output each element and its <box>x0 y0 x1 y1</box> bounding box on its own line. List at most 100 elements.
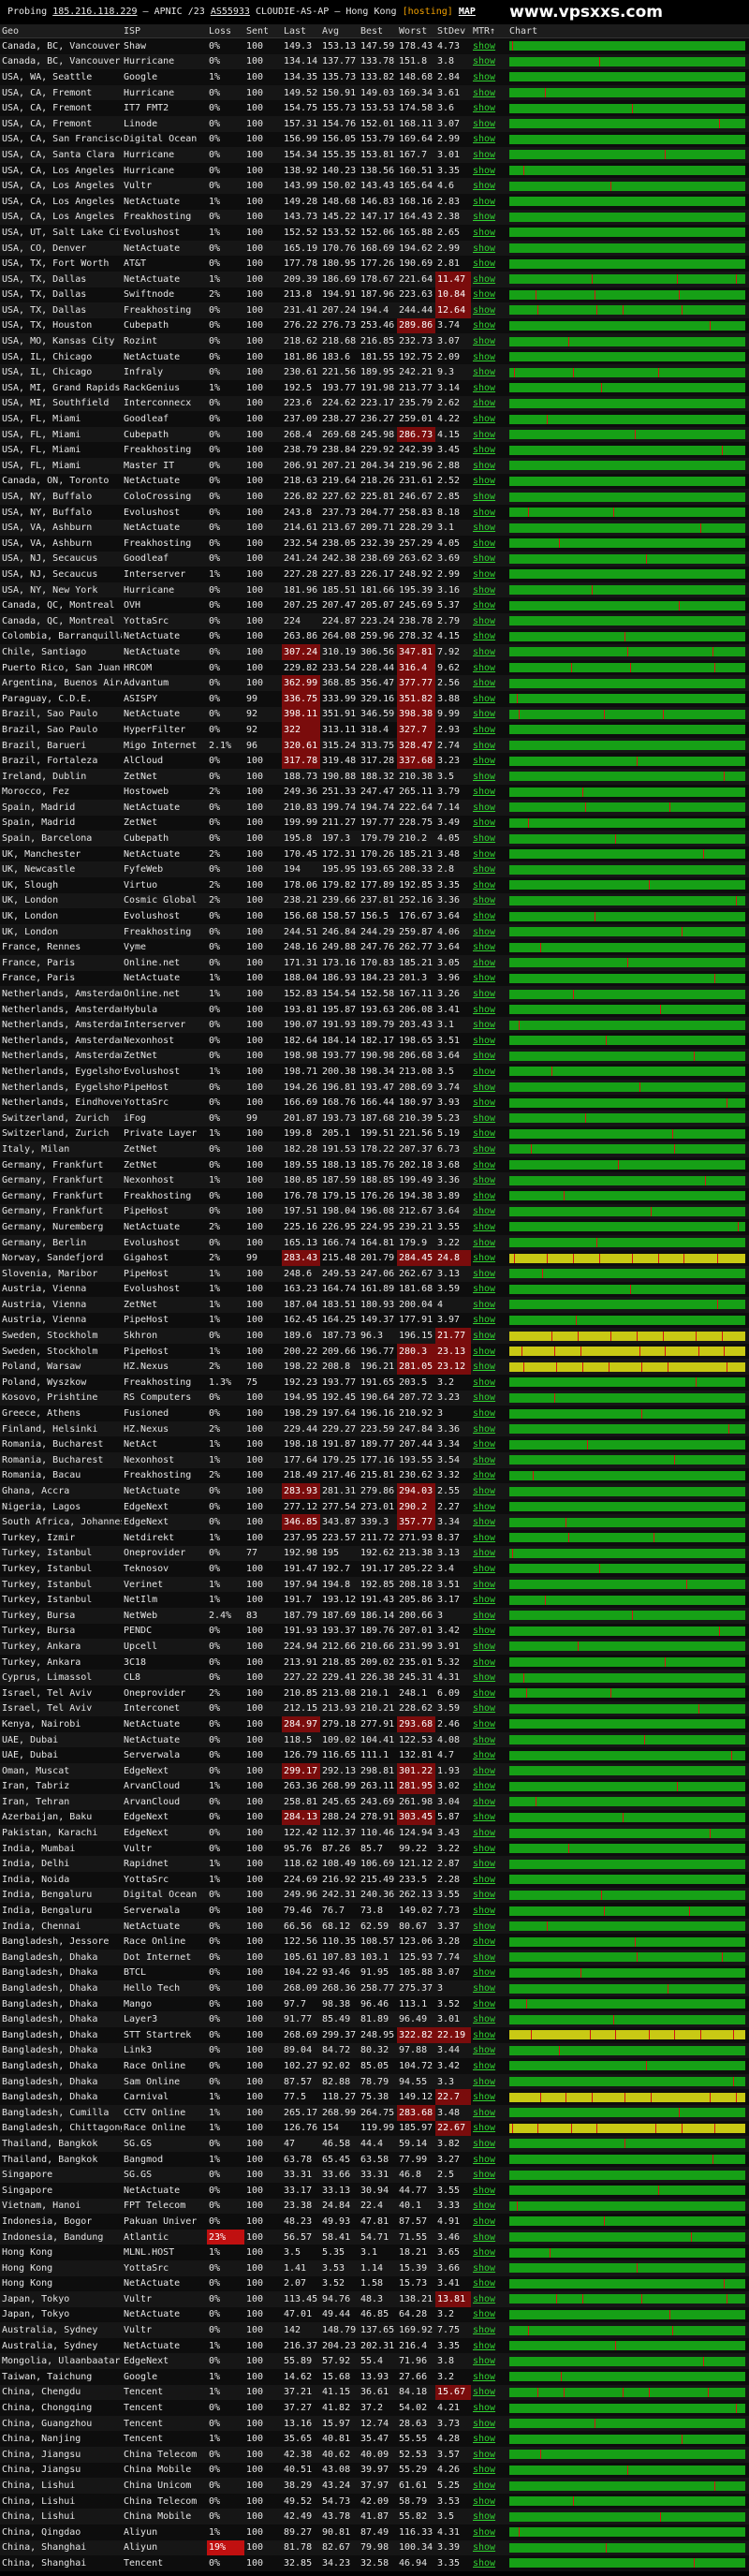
asn-link[interactable]: AS55933 <box>211 7 250 17</box>
mtr-show-link[interactable]: show <box>471 411 507 427</box>
mtr-show-link[interactable]: show <box>471 1825 507 1841</box>
mtr-show-link[interactable]: show <box>471 1156 507 1173</box>
mtr-show-link[interactable]: show <box>471 1514 507 1530</box>
mtr-show-link[interactable]: show <box>471 846 507 862</box>
mtr-show-link[interactable]: show <box>471 256 507 272</box>
mtr-show-link[interactable]: show <box>471 348 507 365</box>
mtr-show-link[interactable]: show <box>471 1126 507 1142</box>
mtr-show-link[interactable]: show <box>471 1095 507 1111</box>
mtr-show-link[interactable]: show <box>471 2058 507 2074</box>
mtr-show-link[interactable]: show <box>471 675 507 691</box>
mtr-show-link[interactable]: show <box>471 1639 507 1655</box>
mtr-show-link[interactable]: show <box>471 536 507 552</box>
column-header-worst[interactable]: Worst <box>397 24 435 38</box>
mtr-show-link[interactable]: show <box>471 1965 507 1981</box>
mtr-show-link[interactable]: show <box>471 333 507 349</box>
mtr-show-link[interactable]: show <box>471 628 507 645</box>
mtr-show-link[interactable]: show <box>471 2400 507 2416</box>
mtr-show-link[interactable]: show <box>471 520 507 536</box>
column-header-best[interactable]: Best <box>359 24 397 38</box>
column-header-mtr[interactable]: MTR↑ <box>471 24 507 38</box>
mtr-show-link[interactable]: show <box>471 2229 507 2245</box>
mtr-show-link[interactable]: show <box>471 737 507 754</box>
mtr-show-link[interactable]: show <box>471 551 507 567</box>
mtr-show-link[interactable]: show <box>471 115 507 132</box>
mtr-show-link[interactable]: show <box>471 2136 507 2152</box>
mtr-show-link[interactable]: show <box>471 2415 507 2432</box>
mtr-show-link[interactable]: show <box>471 1950 507 1965</box>
mtr-show-link[interactable]: show <box>471 2462 507 2479</box>
mtr-show-link[interactable]: show <box>471 1452 507 1468</box>
mtr-show-link[interactable]: show <box>471 800 507 816</box>
mtr-show-link[interactable]: show <box>471 1840 507 1857</box>
mtr-show-link[interactable]: show <box>471 193 507 210</box>
mtr-show-link[interactable]: show <box>471 2120 507 2137</box>
mtr-show-link[interactable]: show <box>471 1436 507 1453</box>
mtr-show-link[interactable]: show <box>471 1187 507 1204</box>
mtr-show-link[interactable]: show <box>471 1794 507 1810</box>
mtr-show-link[interactable]: show <box>471 2073 507 2090</box>
mtr-show-link[interactable]: show <box>471 1592 507 1608</box>
mtr-show-link[interactable]: show <box>471 1872 507 1888</box>
mtr-show-link[interactable]: show <box>471 1172 507 1188</box>
mtr-show-link[interactable]: show <box>471 877 507 893</box>
mtr-show-link[interactable]: show <box>471 768 507 785</box>
mtr-show-link[interactable]: show <box>471 2260 507 2276</box>
mtr-show-link[interactable]: show <box>471 706 507 723</box>
mtr-show-link[interactable]: show <box>471 2384 507 2401</box>
mtr-show-link[interactable]: show <box>471 861 507 878</box>
mtr-show-link[interactable]: show <box>471 1623 507 1640</box>
mtr-show-link[interactable]: show <box>471 225 507 241</box>
mtr-show-link[interactable]: show <box>471 1250 507 1266</box>
mtr-show-link[interactable]: show <box>471 722 507 738</box>
mtr-show-link[interactable]: show <box>471 1312 507 1329</box>
mtr-show-link[interactable]: show <box>471 2478 507 2494</box>
mtr-show-link[interactable]: show <box>471 2198 507 2215</box>
mtr-show-link[interactable]: show <box>471 147 507 163</box>
mtr-show-link[interactable]: show <box>471 458 507 474</box>
mtr-show-link[interactable]: show <box>471 240 507 257</box>
mtr-show-link[interactable]: show <box>471 1141 507 1157</box>
target-ip-link[interactable]: 185.216.118.229 <box>52 7 137 17</box>
mtr-show-link[interactable]: show <box>471 1048 507 1065</box>
mtr-show-link[interactable]: show <box>471 2089 507 2105</box>
mtr-show-link[interactable]: show <box>471 831 507 846</box>
mtr-show-link[interactable]: show <box>471 567 507 582</box>
mtr-show-link[interactable]: show <box>471 1980 507 1996</box>
mtr-show-link[interactable]: show <box>471 489 507 505</box>
mtr-show-link[interactable]: show <box>471 2555 507 2571</box>
mtr-show-link[interactable]: show <box>471 659 507 676</box>
mtr-show-link[interactable]: show <box>471 37 507 54</box>
mtr-show-link[interactable]: show <box>471 364 507 381</box>
mtr-show-link[interactable]: show <box>471 2104 507 2121</box>
mtr-show-link[interactable]: show <box>471 100 507 116</box>
mtr-show-link[interactable]: show <box>471 2182 507 2199</box>
mtr-show-link[interactable]: show <box>471 1234 507 1251</box>
map-link[interactable]: MAP <box>459 7 476 17</box>
mtr-show-link[interactable]: show <box>471 1731 507 1748</box>
mtr-show-link[interactable]: show <box>471 581 507 598</box>
mtr-show-link[interactable]: show <box>471 1747 507 1763</box>
mtr-show-link[interactable]: show <box>471 2337 507 2354</box>
mtr-show-link[interactable]: show <box>471 1576 507 1593</box>
mtr-show-link[interactable]: show <box>471 2027 507 2043</box>
mtr-show-link[interactable]: show <box>471 1670 507 1685</box>
mtr-show-link[interactable]: show <box>471 1918 507 1935</box>
column-header-stdev[interactable]: StDev <box>435 24 471 38</box>
mtr-show-link[interactable]: show <box>471 53 507 70</box>
mtr-show-link[interactable]: show <box>471 473 507 490</box>
mtr-show-link[interactable]: show <box>471 939 507 956</box>
mtr-show-link[interactable]: show <box>471 2291 507 2307</box>
mtr-show-link[interactable]: show <box>471 1685 507 1701</box>
mtr-show-link[interactable]: show <box>471 784 507 801</box>
mtr-show-link[interactable]: show <box>471 287 507 303</box>
mtr-show-link[interactable]: show <box>471 1064 507 1080</box>
mtr-show-link[interactable]: show <box>471 2042 507 2059</box>
mtr-show-link[interactable]: show <box>471 986 507 1002</box>
mtr-show-link[interactable]: show <box>471 1343 507 1360</box>
mtr-show-link[interactable]: show <box>471 1809 507 1826</box>
mtr-show-link[interactable]: show <box>471 162 507 179</box>
mtr-show-link[interactable]: show <box>471 1219 507 1235</box>
mtr-show-link[interactable]: show <box>471 1762 507 1779</box>
mtr-show-link[interactable]: show <box>471 2322 507 2338</box>
